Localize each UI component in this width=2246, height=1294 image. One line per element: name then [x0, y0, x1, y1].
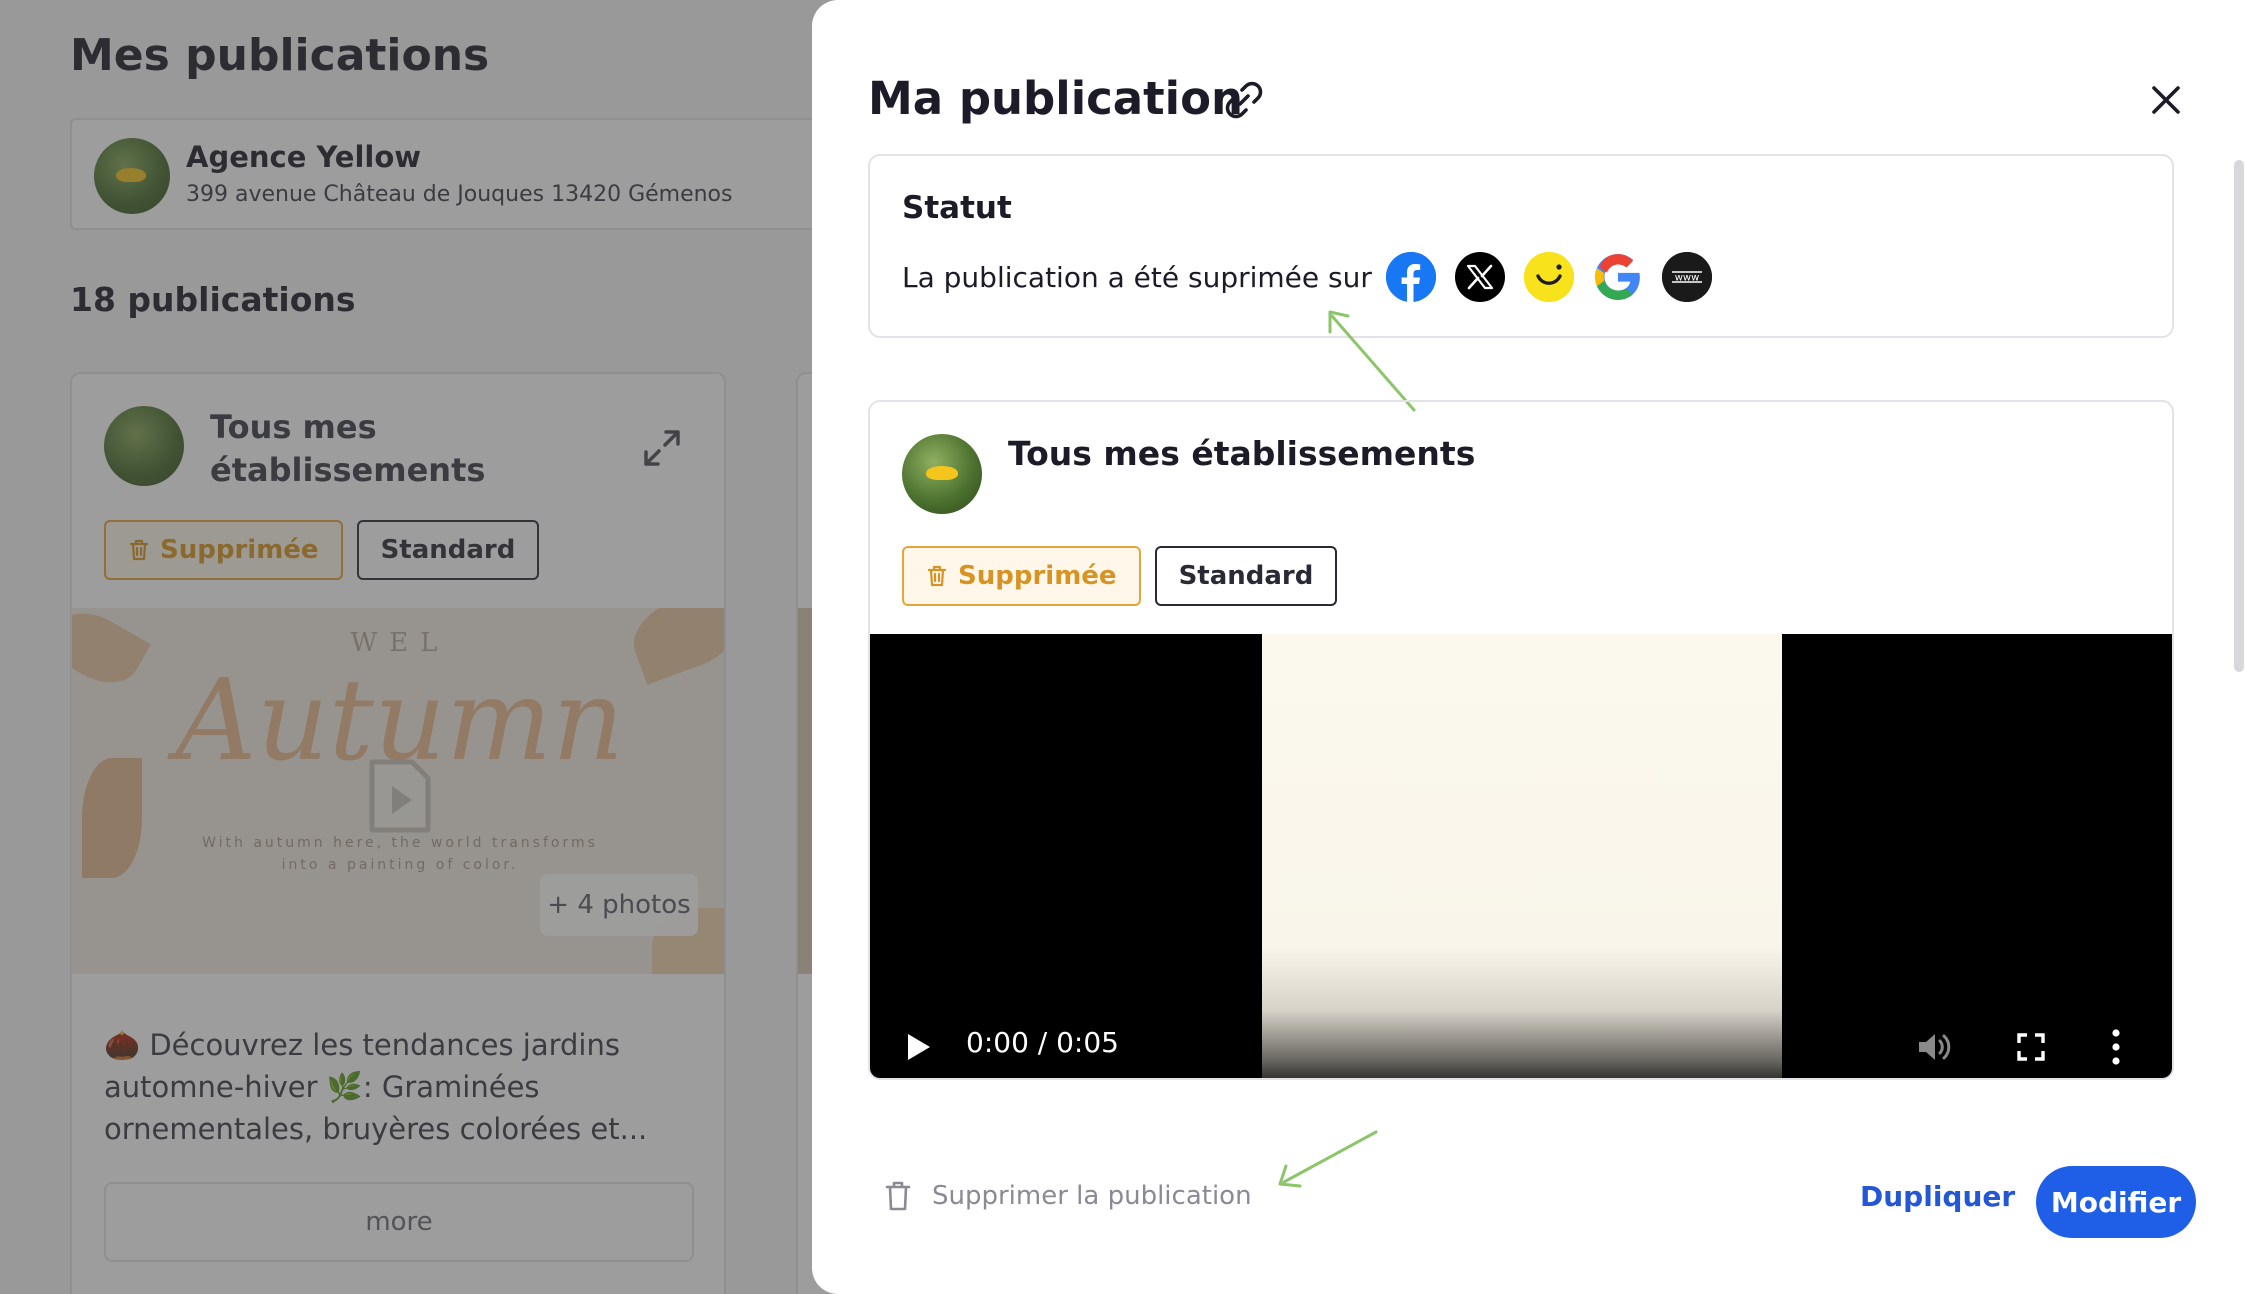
- status-card: Statut La publication a été suprimée sur: [868, 154, 2174, 338]
- publication-modal: Ma publication Statut La publication a é…: [812, 0, 2246, 1294]
- publication-preview: Tous mes établissements Supprimée Standa…: [868, 400, 2174, 1080]
- modal-scrollbar[interactable]: [2234, 160, 2244, 672]
- annotation-arrow: [1278, 1130, 1378, 1188]
- video-controls: 0:00 / 0:05: [870, 1012, 2172, 1078]
- publication-title: Tous mes établissements: [1008, 434, 1476, 473]
- x-icon: [1454, 252, 1505, 302]
- status-row: La publication a été suprimée sur www: [902, 252, 1731, 302]
- play-icon[interactable]: [906, 1032, 932, 1062]
- trash-icon: [885, 1181, 911, 1211]
- www-icon: www: [1661, 252, 1712, 302]
- svg-text:www: www: [1675, 273, 1700, 284]
- status-text: La publication a été suprimée sur: [902, 260, 1372, 294]
- link-icon[interactable]: [1222, 78, 1266, 122]
- close-icon[interactable]: [2148, 82, 2184, 118]
- video-time: 0:00 / 0:05: [966, 1026, 1119, 1059]
- tag-standard: Standard: [1154, 546, 1338, 606]
- delete-publication-button[interactable]: Supprimer la publication: [884, 1180, 1252, 1212]
- publication-avatar: [902, 434, 982, 514]
- modal-title: Ma publication: [868, 72, 1244, 125]
- google-icon: [1592, 252, 1643, 302]
- delete-publication-label: Supprimer la publication: [932, 1181, 1252, 1211]
- video-player[interactable]: 0:00 / 0:05: [870, 634, 2172, 1078]
- status-title: Statut: [902, 190, 1012, 226]
- duplicate-button[interactable]: Dupliquer: [1860, 1180, 2015, 1213]
- smiley-icon: [1523, 252, 1574, 302]
- more-options-icon[interactable]: [2110, 1028, 2122, 1066]
- fullscreen-icon[interactable]: [2016, 1032, 2046, 1062]
- facebook-icon: [1385, 252, 1436, 302]
- tag-deleted: Supprimée: [902, 546, 1141, 606]
- volume-icon[interactable]: [1916, 1030, 1952, 1064]
- trash-icon: [927, 565, 947, 587]
- edit-button[interactable]: Modifier: [2036, 1166, 2196, 1238]
- tag-deleted-label: Supprimée: [958, 561, 1117, 591]
